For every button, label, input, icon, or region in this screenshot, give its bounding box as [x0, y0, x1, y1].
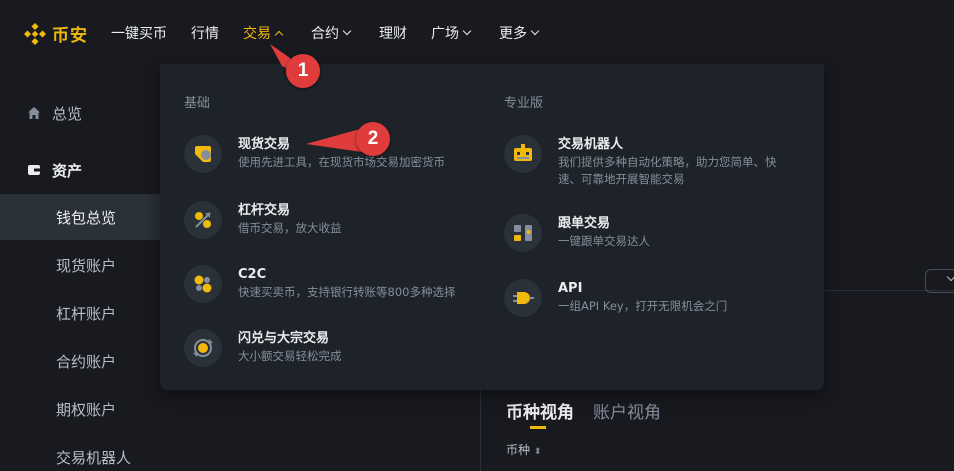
- sidebar-item-label: 杠杆账户: [56, 304, 117, 323]
- brand-name: 币安: [52, 26, 88, 46]
- nav-futures[interactable]: 合约: [311, 23, 352, 43]
- menu-item-api[interactable]: API 一组API Key，打开无限机会之门: [504, 279, 727, 317]
- nav-square[interactable]: 广场: [431, 23, 472, 43]
- margin-trade-icon: [184, 201, 222, 239]
- chevron-down-icon: [462, 26, 472, 36]
- section-title-pro: 专业版: [504, 96, 544, 111]
- nav-markets[interactable]: 行情: [191, 23, 219, 43]
- nav-buy-crypto[interactable]: 一键买币: [111, 23, 167, 43]
- menu-item-title: 闪兑与大宗交易: [238, 331, 330, 346]
- menu-item-spot-trade[interactable]: 现货交易 使用先进工具，在现货市场交易加密货币: [184, 135, 445, 173]
- brand-logo[interactable]: 币安: [23, 21, 88, 46]
- sidebar-item-futures-account[interactable]: 合约账户: [0, 338, 160, 384]
- column-header-coin[interactable]: 币种 ⬍: [506, 441, 541, 458]
- menu-item-title: 跟单交易: [558, 216, 611, 231]
- menu-item-desc: 快速买卖币，支持银行转账等800多种选择: [238, 285, 456, 299]
- sort-icon: ⬍: [533, 447, 542, 457]
- convert-icon: [184, 329, 222, 367]
- menu-item-c2c[interactable]: C2C 快速买卖币，支持银行转账等800多种选择: [184, 265, 455, 303]
- menu-item-desc: 一键跟单交易达人: [558, 234, 650, 248]
- chevron-down-icon: [946, 272, 954, 282]
- menu-item-copy-trading[interactable]: 跟单交易 一键跟单交易达人: [504, 214, 650, 252]
- nav-label: 合约: [311, 26, 339, 42]
- spot-trade-icon: [184, 135, 222, 173]
- annotation-marker-2: 2: [356, 122, 390, 156]
- nav-label: 广场: [431, 26, 459, 42]
- nav-label: 交易: [243, 26, 271, 42]
- collapse-toggle[interactable]: [925, 269, 954, 293]
- menu-item-desc: 大小额交易轻松完成: [238, 349, 342, 363]
- sidebar-item-spot-account[interactable]: 现货账户: [0, 242, 160, 288]
- home-icon: [28, 107, 40, 119]
- chevron-up-icon: [274, 30, 284, 39]
- section-title-basic: 基础: [184, 96, 211, 111]
- nav-label: 理财: [379, 26, 407, 42]
- sidebar-item-options-account[interactable]: 期权账户: [0, 386, 160, 432]
- annotation-marker-1: 1: [286, 54, 320, 88]
- menu-item-title: 交易机器人: [558, 137, 624, 152]
- trade-dropdown-menu: 基础 专业版 现货交易 使用先进工具，在现货市场交易加密货币 杠杆交易 借币交易…: [160, 64, 824, 390]
- wallet-icon: [28, 165, 40, 175]
- sidebar-item-trading-bots[interactable]: 交易机器人: [0, 434, 160, 471]
- column-header-label: 币种: [506, 443, 531, 457]
- c2c-icon: [184, 265, 222, 303]
- robot-icon: [504, 135, 542, 173]
- sidebar-item-label: 期权账户: [56, 400, 117, 419]
- menu-item-title: 杠杆交易: [238, 203, 291, 218]
- sidebar-item-label: 总览: [52, 104, 83, 123]
- nav-earn[interactable]: 理财: [379, 23, 407, 43]
- menu-item-desc: 借币交易，放大收益: [238, 221, 342, 235]
- tab-coin-view[interactable]: 币种视角: [506, 398, 574, 423]
- sidebar-item-wallet-overview[interactable]: 钱包总览: [0, 194, 160, 240]
- nav-label: 更多: [499, 26, 527, 42]
- menu-item-desc: 我们提供多种自动化策略，助力您简单、快速、可靠地开展智能交易: [558, 155, 777, 186]
- menu-item-title: API: [558, 281, 583, 296]
- sidebar-item-assets[interactable]: 资产: [0, 147, 160, 193]
- menu-item-title: 现货交易: [238, 137, 291, 152]
- tab-account-view[interactable]: 账户视角: [593, 398, 661, 423]
- menu-item-title: C2C: [238, 267, 267, 282]
- nav-label: 行情: [191, 26, 219, 42]
- menu-item-margin-trade[interactable]: 杠杆交易 借币交易，放大收益: [184, 201, 342, 239]
- chevron-down-icon: [342, 26, 352, 36]
- nav-trade[interactable]: 交易: [243, 23, 284, 43]
- menu-item-trading-bots[interactable]: 交易机器人 我们提供多种自动化策略，助力您简单、快速、可靠地开展智能交易: [504, 135, 798, 188]
- api-plug-icon: [504, 279, 542, 317]
- top-nav-bar: 币安 一键买币 行情 交易 合约 理财 广场 更多: [0, 0, 954, 64]
- sidebar-item-overview[interactable]: 总览: [0, 90, 160, 136]
- copy-trade-icon: [504, 214, 542, 252]
- menu-item-desc: 一组API Key，打开无限机会之门: [558, 299, 728, 313]
- sidebar-item-margin-account[interactable]: 杠杆账户: [0, 290, 160, 336]
- binance-logo-icon: [23, 22, 47, 45]
- menu-item-convert-block[interactable]: 闪兑与大宗交易 大小额交易轻松完成: [184, 329, 342, 367]
- sidebar-item-label: 资产: [52, 161, 83, 180]
- sidebar-item-label: 钱包总览: [56, 208, 117, 227]
- nav-more[interactable]: 更多: [499, 23, 540, 43]
- sidebar-item-label: 交易机器人: [56, 448, 132, 467]
- chevron-down-icon: [530, 26, 540, 36]
- tab-active-indicator: [530, 426, 546, 429]
- nav-label: 一键买币: [111, 26, 167, 42]
- menu-item-desc: 使用先进工具，在现货市场交易加密货币: [238, 155, 445, 169]
- sidebar-item-label: 现货账户: [56, 256, 117, 275]
- sidebar-item-label: 合约账户: [56, 352, 117, 371]
